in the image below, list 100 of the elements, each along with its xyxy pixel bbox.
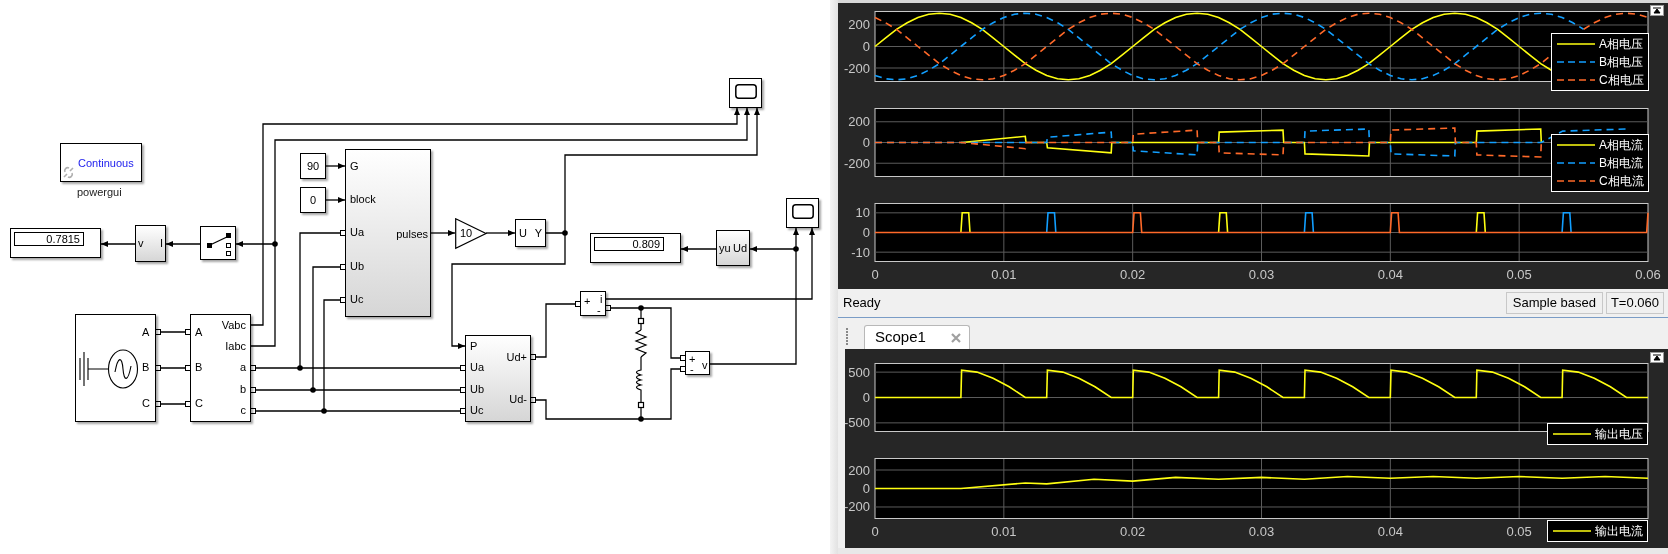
port-label: A: [142, 327, 150, 339]
grip-icon: [845, 328, 849, 345]
legend-label: 输出电压: [1595, 428, 1643, 440]
legend-swatch: [1553, 529, 1591, 533]
port-label: Uc: [350, 293, 365, 305]
tick-label: 0: [862, 39, 870, 54]
block-caption: powergui: [77, 187, 122, 198]
legend-label: C相电压: [1599, 74, 1644, 86]
legend-label: B相电压: [1599, 56, 1643, 68]
port-label: B: [142, 362, 150, 374]
junction-dot: [321, 408, 327, 414]
port-label: Vabc: [221, 320, 246, 332]
tick-label: 0.04: [1377, 524, 1403, 539]
tick-label: 0.01: [991, 267, 1017, 282]
tick-label: 0: [871, 524, 879, 539]
legend-swatch: [1557, 78, 1595, 82]
scope-block[interactable]: [729, 78, 762, 108]
legend-swatch: [1557, 143, 1595, 147]
constant-value: 90: [306, 160, 320, 172]
tab-label: Scope1: [875, 327, 926, 348]
tick-label: -500: [845, 415, 870, 431]
legend-swatch: [1553, 432, 1591, 436]
legend-label: C相电流: [1599, 175, 1644, 187]
gain-block: [455, 218, 488, 250]
port-label: pulses: [396, 229, 428, 240]
status-field: Sample based: [1505, 292, 1603, 314]
port-label: v: [138, 238, 144, 249]
tick-label: 500: [848, 364, 870, 380]
legend-label: A相电压: [1599, 38, 1643, 50]
port-label: block: [350, 194, 376, 206]
tick-label: 0.06: [1635, 267, 1661, 282]
screen-icon: [735, 84, 757, 99]
tick-label: 0.04: [1377, 267, 1403, 282]
tick-label: 0.03: [1248, 267, 1275, 282]
port-label: -: [597, 305, 601, 316]
close-icon[interactable]: [951, 332, 961, 343]
legend-label: 输出电流: [1595, 525, 1643, 537]
mode-label: Continuous: [78, 158, 134, 169]
tick-label: 200: [848, 17, 870, 33]
tick-label: 200: [848, 462, 870, 478]
tick-label: 0.02: [1120, 524, 1146, 539]
tick-label: 0: [862, 225, 870, 240]
port-label: a: [239, 362, 246, 374]
junction-dot: [310, 387, 316, 393]
tick-label: 0: [862, 481, 870, 496]
port-label: v: [702, 360, 708, 371]
port-label: -: [690, 364, 694, 375]
tick-label: 10: [855, 205, 870, 221]
port-label: B: [195, 362, 203, 374]
port-label: i: [600, 294, 603, 305]
undock-icon[interactable]: [1650, 352, 1664, 363]
legend-swatch: [1557, 60, 1595, 64]
tick-label: -200: [843, 155, 870, 171]
display-value: 0.809: [594, 237, 664, 251]
port-label: Ub: [470, 383, 485, 395]
tick-label: 0.02: [1120, 267, 1146, 282]
tick-label: -10: [851, 244, 870, 260]
link-icon: [62, 166, 75, 179]
port-label: c: [240, 404, 246, 416]
tick-label: 200: [848, 114, 870, 130]
port-label: yu: [719, 242, 731, 254]
port-label: Iabc: [225, 341, 246, 353]
tick-label: -200: [843, 60, 870, 76]
port-label: Ud-: [509, 394, 527, 406]
junction-dot: [793, 246, 799, 252]
powergui-block[interactable]: [60, 143, 142, 182]
status-text: Ready: [843, 294, 882, 313]
tick-label: 0.01: [991, 524, 1017, 539]
legend-swatch: [1557, 42, 1595, 46]
scope-block[interactable]: [786, 198, 819, 228]
legend-swatch: [1557, 179, 1595, 183]
tick-label: -200: [845, 499, 870, 515]
port-label: Uc: [470, 404, 485, 416]
tick-label: 0.05: [1506, 267, 1532, 282]
junction-dot: [562, 230, 568, 236]
switch-block[interactable]: [200, 226, 236, 260]
gain-value: 10: [460, 228, 473, 239]
constant-value: 0: [309, 194, 317, 206]
port-label: Y: [534, 227, 542, 239]
tick-label: 0: [862, 390, 870, 405]
port-label: A: [195, 327, 203, 339]
tick-label: 0: [862, 135, 870, 150]
switch-icon: [205, 230, 233, 257]
legend-swatch: [1557, 161, 1595, 165]
tick-label: 0.05: [1506, 524, 1532, 539]
undock-icon[interactable]: [1650, 5, 1664, 16]
legend-label: B相电流: [1599, 157, 1643, 169]
port-label: C: [195, 397, 203, 409]
port-label: U: [519, 227, 527, 239]
port-label: Ua: [350, 227, 366, 239]
status-field: T=0.060: [1605, 292, 1664, 314]
port-label: C: [142, 397, 150, 409]
junction-dot: [272, 241, 278, 247]
port-label: P: [470, 341, 479, 353]
port-label: Ud: [732, 242, 747, 254]
screen-icon: [792, 204, 814, 219]
port-label: Ub: [350, 260, 366, 272]
scope-tab[interactable]: Scope1: [864, 325, 970, 349]
tick-label: 0: [871, 267, 879, 282]
legend-label: A相电流: [1599, 139, 1643, 151]
